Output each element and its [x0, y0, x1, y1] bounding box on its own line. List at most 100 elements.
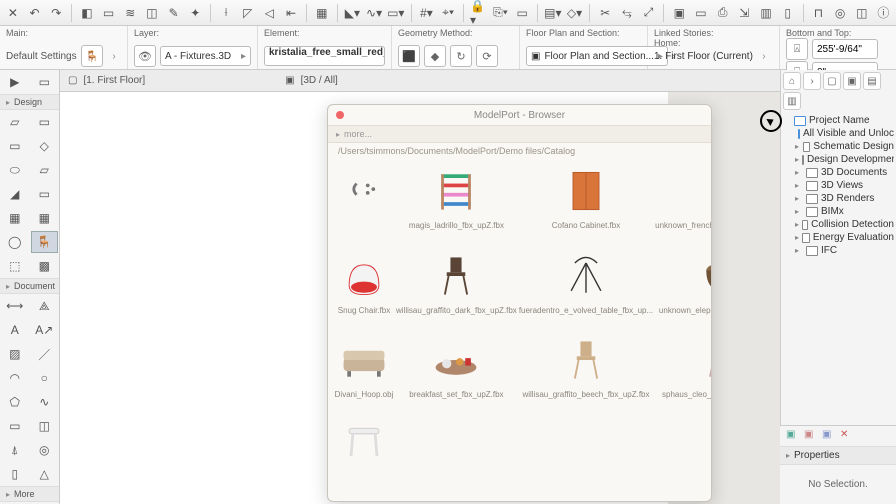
prop-icon-4[interactable]: ✕	[840, 429, 854, 443]
prop-icon-1[interactable]: ▣	[786, 429, 800, 443]
mesh-tool-icon[interactable]: ▦	[31, 207, 59, 229]
section-icon[interactable]: ◫	[143, 4, 161, 22]
redo-icon[interactable]: ↷	[47, 4, 65, 22]
curtain-tool-icon[interactable]: ▩	[31, 255, 59, 277]
drop2-icon[interactable]: ∿▾	[365, 4, 383, 22]
page-icon[interactable]: ▯	[779, 4, 797, 22]
nav-next-icon[interactable]: ›	[803, 72, 821, 90]
fill-tool-icon[interactable]: ▨	[1, 343, 29, 365]
layer-select[interactable]: A - Fixtures.3D▸	[160, 46, 251, 66]
tree-item[interactable]: ▸3D Documents	[783, 166, 894, 179]
change-tool-icon[interactable]: △	[31, 463, 59, 485]
window-tool-icon[interactable]: ▭	[1, 135, 29, 157]
browser-item[interactable]: Cofano Cabinet.fbx	[519, 163, 653, 244]
tab-3d[interactable]: ▣[3D / All]	[285, 75, 338, 86]
tree-item[interactable]: ▸Energy Evaluation	[783, 231, 894, 244]
document-group[interactable]: Document	[0, 278, 59, 294]
default-settings-button[interactable]: Default Settings	[6, 51, 77, 62]
nav-view-icon[interactable]: ▣	[843, 72, 861, 90]
top-value-input[interactable]	[812, 39, 878, 59]
settings-chair-icon[interactable]: 🪑	[81, 45, 103, 67]
beam-tool-icon[interactable]: ⬭	[1, 159, 29, 181]
tree-item[interactable]: ▸3D Views	[783, 179, 894, 192]
close-icon[interactable]	[336, 111, 344, 119]
trim-icon[interactable]: ⥃	[618, 4, 636, 22]
tree-item[interactable]: ▸Schematic Design	[783, 140, 894, 153]
spline-tool-icon[interactable]: ∿	[31, 391, 59, 413]
ruler-icon[interactable]: ⟊	[217, 4, 235, 22]
tree-item[interactable]: ▸3D Renders	[783, 192, 894, 205]
info-icon[interactable]: ⓘ	[875, 4, 893, 22]
browser-item[interactable]: willisau_graffito_dark_fbx_upZ.fbx	[396, 248, 517, 329]
prop-icon-2[interactable]: ▣	[804, 429, 818, 443]
stair-tool-icon[interactable]: ▦	[1, 207, 29, 229]
zone-tool-icon[interactable]: ⬚	[1, 255, 29, 277]
tab-floorplan[interactable]: ▢[1. First Floor]	[68, 75, 145, 86]
pencil-icon[interactable]: ✎	[165, 4, 183, 22]
dim-tool-icon[interactable]: ⟷	[1, 295, 29, 317]
magnet-icon[interactable]: ⊓	[810, 4, 828, 22]
geom-mode-4-icon[interactable]: ⟳	[476, 45, 498, 67]
morph-tool-icon[interactable]: ◯	[1, 231, 29, 253]
browser-titlebar[interactable]: ModelPort - Browser	[328, 105, 711, 125]
wand-icon[interactable]: ✦	[186, 4, 204, 22]
browser-more-button[interactable]: more...	[328, 125, 711, 143]
poly-tool-icon[interactable]: ⬠	[1, 391, 29, 413]
tree-root[interactable]: Project Name	[783, 114, 894, 127]
linked-value[interactable]: 1. First Floor (Current)	[654, 51, 753, 62]
tree-item[interactable]: ▸BIMx	[783, 205, 894, 218]
drop3-icon[interactable]: ▭▾	[387, 4, 405, 22]
plan-icon[interactable]: ▭	[100, 4, 118, 22]
object-tool-icon[interactable]: 🪑	[31, 231, 59, 253]
element-field[interactable]: kristalia_free_small_red_obj	[264, 46, 385, 66]
roof-tool-icon[interactable]: ◢	[1, 183, 29, 205]
column-tool-icon[interactable]: ◇	[31, 135, 59, 157]
sheet-icon[interactable]: ▭	[692, 4, 710, 22]
slab-tool-icon[interactable]: ▱	[31, 159, 59, 181]
tree-item[interactable]: All Visible and Unlocked	[783, 127, 894, 140]
guide-icon[interactable]: ◎	[831, 4, 849, 22]
browser-item[interactable]	[334, 417, 394, 498]
browser-item[interactable]: breakfast_set_fbx_upZ.fbx	[396, 332, 517, 413]
tree-item[interactable]: ▸Design Development / C	[783, 153, 894, 166]
browser-item[interactable]	[334, 163, 394, 244]
link-icon[interactable]: ⎘▾	[492, 4, 510, 22]
marquee-tool-icon[interactable]: ▭	[31, 71, 59, 93]
arrow-tool-icon[interactable]: ▶	[1, 71, 29, 93]
undo-icon[interactable]: ↶	[26, 4, 44, 22]
arc-tool-icon[interactable]: ◠	[1, 367, 29, 389]
geom-mode-1-icon[interactable]: ⬛	[398, 45, 420, 67]
camera-icon[interactable]: ▣	[670, 4, 688, 22]
level-tool-icon[interactable]: ⟁	[31, 295, 59, 317]
cube-icon[interactable]: ◧	[78, 4, 96, 22]
chevron-right-icon[interactable]: ›	[107, 46, 121, 66]
top-ref-icon[interactable]: ⍓	[786, 38, 808, 60]
angle-icon[interactable]: ◸	[239, 4, 257, 22]
wall-tool-icon[interactable]: ▱	[1, 111, 29, 133]
layers-icon[interactable]: ≋	[121, 4, 139, 22]
export-icon[interactable]: ⇲	[735, 4, 753, 22]
elev-tool-icon[interactable]: ⍋	[1, 439, 29, 461]
drawing-tool-icon[interactable]: ▭	[1, 415, 29, 437]
detail-tool-icon[interactable]: ◎	[31, 439, 59, 461]
properties-header[interactable]: Properties	[780, 446, 896, 465]
tree-item[interactable]: ▸IFC	[783, 244, 894, 257]
shell-tool-icon[interactable]: ▭	[31, 183, 59, 205]
drop1-icon[interactable]: ◣▾	[344, 4, 362, 22]
book-icon[interactable]: ▥	[757, 4, 775, 22]
geom-mode-3-icon[interactable]: ↻	[450, 45, 472, 67]
prop-icon-3[interactable]: ▣	[822, 429, 836, 443]
snap-icon[interactable]: ⌖▾	[439, 4, 457, 22]
line-tool-icon[interactable]: ／	[31, 343, 59, 365]
nav-pub-icon[interactable]: ▥	[783, 92, 801, 110]
extend-icon[interactable]: ⤢	[640, 4, 658, 22]
cursor-icon[interactable]: ✕	[4, 4, 22, 22]
layer-eye-icon[interactable]: 👁	[134, 45, 156, 67]
nav-project-icon[interactable]: ▢	[823, 72, 841, 90]
chevron-right-icon[interactable]: ›	[757, 46, 771, 66]
grid-icon[interactable]: #▾	[418, 4, 436, 22]
story-icon[interactable]: ▤▾	[544, 4, 562, 22]
floorplan-select[interactable]: ▣Floor Plan and Section...▸	[526, 46, 668, 66]
dim-icon[interactable]: ⇤	[282, 4, 300, 22]
browser-item[interactable]: Divani_Hoop.obj	[334, 332, 394, 413]
